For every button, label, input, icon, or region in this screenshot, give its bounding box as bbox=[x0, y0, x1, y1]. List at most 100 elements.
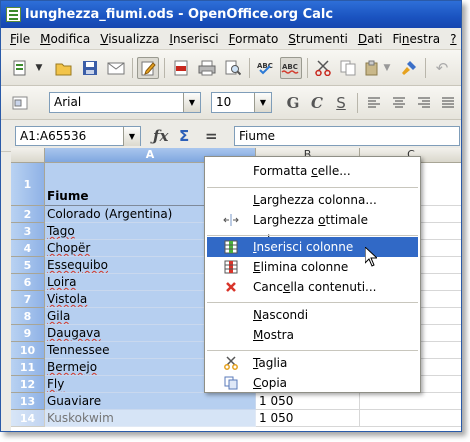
align-center-icon[interactable] bbox=[389, 93, 409, 113]
cell-text: Daugava bbox=[47, 326, 101, 340]
undo-icon[interactable]: ↶ bbox=[431, 57, 453, 79]
cell[interactable] bbox=[360, 393, 461, 410]
align-right-icon[interactable] bbox=[414, 93, 434, 113]
format-paintbrush-icon[interactable] bbox=[398, 57, 420, 79]
menu-item-mostra[interactable]: Mostra bbox=[207, 325, 418, 345]
mouse-pointer-icon bbox=[365, 247, 377, 267]
menu-help[interactable]: ? bbox=[445, 32, 461, 46]
cell[interactable]: Kuskokwim bbox=[45, 410, 256, 427]
paste-dropdown-icon[interactable]: ▼ bbox=[381, 57, 393, 79]
edit-file-icon[interactable] bbox=[137, 57, 159, 79]
row-header[interactable]: 8 bbox=[11, 308, 45, 325]
chevron-down-icon[interactable]: ▼ bbox=[123, 127, 140, 146]
menu-item-inserisci-colonne[interactable]: Inserisci colonne bbox=[207, 237, 418, 257]
row-header[interactable]: 5 bbox=[11, 257, 45, 274]
cell[interactable]: 1 050 bbox=[256, 410, 360, 427]
row-header[interactable]: 1 bbox=[11, 163, 45, 206]
function-equals-icon[interactable]: = bbox=[205, 127, 218, 145]
title-bar[interactable]: lunghezza_fiumi.ods - OpenOffice.org Cal… bbox=[1, 1, 461, 28]
paste-icon[interactable] bbox=[361, 57, 383, 79]
cell-text: Tago bbox=[47, 224, 75, 238]
cell-text: Bermejo bbox=[47, 360, 98, 374]
select-all-corner[interactable] bbox=[11, 148, 45, 163]
row-header[interactable]: 11 bbox=[11, 359, 45, 376]
delete-x-icon bbox=[223, 280, 239, 294]
toolbar-separator bbox=[307, 58, 308, 78]
row-header[interactable]: 6 bbox=[11, 274, 45, 291]
menu-item-formatta-celle[interactable]: Formatta celle... bbox=[207, 161, 418, 181]
menu-file[interactable]: File bbox=[5, 32, 35, 46]
row-header[interactable]: 10 bbox=[11, 342, 45, 359]
toolbar-separator bbox=[132, 58, 133, 78]
svg-text:ABC: ABC bbox=[257, 62, 273, 70]
menu-separator bbox=[207, 350, 418, 351]
cell[interactable]: 1 050 bbox=[256, 393, 360, 410]
open-folder-icon[interactable] bbox=[53, 57, 75, 79]
column-context-menu: Formatta celle... Larghezza colonna... L… bbox=[204, 156, 421, 393]
chevron-down-icon[interactable]: ▼ bbox=[183, 93, 200, 112]
row-header[interactable]: 13 bbox=[11, 393, 45, 410]
standard-toolbar: ▼ ABC ABC ▼ ↶ bbox=[1, 50, 461, 86]
table-row: 14 Kuskokwim 1 050 bbox=[11, 410, 461, 427]
new-dropdown-icon[interactable]: ▼ bbox=[33, 57, 45, 79]
column-width-icon bbox=[223, 213, 239, 227]
menu-dati[interactable]: Dati bbox=[353, 32, 388, 46]
save-icon[interactable] bbox=[79, 57, 101, 79]
spellcheck-icon[interactable]: ABC bbox=[255, 57, 277, 79]
row-header[interactable]: 14 bbox=[11, 410, 45, 427]
menu-item-nascondi[interactable]: Nascondi bbox=[207, 305, 418, 325]
font-name-combo[interactable]: Arial ▼ bbox=[49, 92, 201, 113]
menu-formato[interactable]: Formato bbox=[224, 32, 284, 46]
name-box-value: A1:A65536 bbox=[20, 129, 87, 143]
font-size-value: 10 bbox=[216, 95, 232, 109]
row-header[interactable]: 2 bbox=[11, 206, 45, 223]
row-header[interactable]: 9 bbox=[11, 325, 45, 342]
cell-text: Chopër bbox=[47, 241, 91, 255]
row-header[interactable]: 3 bbox=[11, 223, 45, 240]
menu-item-taglia[interactable]: Taglia bbox=[207, 353, 418, 373]
menu-visualizza[interactable]: Visualizza bbox=[95, 32, 164, 46]
cell[interactable]: Guaviare bbox=[45, 393, 256, 410]
menu-separator bbox=[207, 187, 418, 188]
justify-icon[interactable] bbox=[438, 93, 458, 113]
function-wizard-icon[interactable]: ƒx bbox=[153, 127, 168, 145]
export-pdf-icon[interactable] bbox=[170, 57, 192, 79]
menu-bar: File Modifica Visualizza Inserisci Forma… bbox=[1, 28, 461, 50]
menu-finestra[interactable]: Finestra bbox=[388, 32, 446, 46]
menu-item-larghezza-colonna[interactable]: Larghezza colonna... bbox=[207, 190, 418, 210]
row-header[interactable]: 7 bbox=[11, 291, 45, 308]
copy-icon bbox=[223, 376, 239, 390]
cell[interactable] bbox=[360, 410, 461, 427]
toolbar-separator bbox=[357, 93, 358, 113]
name-box[interactable]: A1:A65536 ▼ bbox=[15, 126, 141, 146]
toolbar-separator bbox=[425, 58, 426, 78]
menu-item-cancella-contenuti[interactable]: Cancella contenuti... bbox=[207, 277, 418, 297]
formula-input[interactable]: Fiume bbox=[234, 126, 460, 146]
menu-item-larghezza-ottimale[interactable]: Larghezza ottimale colonna... bbox=[207, 210, 418, 247]
auto-spellcheck-icon[interactable]: ABC bbox=[280, 57, 302, 79]
chevron-down-icon[interactable]: ▼ bbox=[254, 93, 271, 112]
menu-inserisci[interactable]: Inserisci bbox=[164, 32, 223, 46]
email-icon[interactable] bbox=[105, 57, 127, 79]
menu-modifica[interactable]: Modifica bbox=[35, 32, 95, 46]
align-left-icon[interactable] bbox=[364, 93, 384, 113]
row-header[interactable]: 4 bbox=[11, 240, 45, 257]
delete-columns-icon bbox=[223, 260, 239, 274]
menu-strumenti[interactable]: Strumenti bbox=[283, 32, 353, 46]
page-preview-icon[interactable] bbox=[222, 57, 244, 79]
italic-icon[interactable]: C bbox=[307, 93, 327, 113]
row-header[interactable]: 12 bbox=[11, 376, 45, 393]
sum-icon[interactable]: Σ bbox=[179, 127, 189, 145]
new-document-icon[interactable] bbox=[9, 57, 31, 79]
bold-icon[interactable]: G bbox=[283, 93, 303, 113]
menu-item-copia[interactable]: Copia bbox=[207, 373, 418, 393]
cell-text: Gila bbox=[47, 309, 71, 323]
copy-icon[interactable] bbox=[337, 57, 359, 79]
cut-scissors-icon[interactable] bbox=[312, 57, 334, 79]
print-icon[interactable] bbox=[196, 57, 218, 79]
underline-icon[interactable]: S bbox=[331, 93, 351, 113]
formatting-toolbar: Arial ▼ 10 ▼ G C S bbox=[1, 86, 461, 120]
styles-formatting-icon[interactable] bbox=[9, 92, 31, 114]
menu-item-elimina-colonne[interactable]: Elimina colonne bbox=[207, 257, 418, 277]
font-size-combo[interactable]: 10 ▼ bbox=[211, 92, 272, 113]
